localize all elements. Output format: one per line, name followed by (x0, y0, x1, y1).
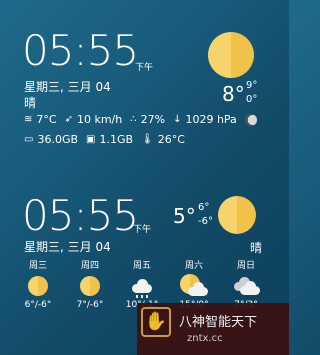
partly-cloudy-icon (186, 281, 210, 297)
memory-item: ▣ 1.1GB (86, 133, 133, 146)
clock-time[interactable]: 05:55 (22, 30, 139, 72)
pressure-item: ↓ 1029 hPa (173, 113, 237, 126)
memory-value: 1.1GB (99, 133, 134, 146)
condition-label: 晴 (24, 96, 37, 110)
condition-label: 晴 (250, 241, 263, 255)
watermark: ✋ 八神智能天下 zntx.cc (137, 303, 289, 355)
storage-value: 36.0GB (37, 133, 79, 146)
moon-phase-icon (244, 113, 257, 126)
clock-time[interactable]: 05:55 (22, 195, 139, 237)
date-label[interactable]: 星期三, 三月 04 (24, 238, 111, 255)
clock-ampm: 下午 (133, 225, 152, 235)
humidity-value: 27% (140, 113, 166, 126)
temp-range: 9° 0° (246, 79, 257, 107)
sun-icon[interactable] (218, 196, 256, 234)
forecast-day-name: 周五 (132, 261, 151, 271)
storage-icon: ▭ (24, 134, 34, 145)
wind-value: 10 km/h (76, 113, 123, 126)
battery-temp-value: 26°C (157, 133, 185, 146)
pressure-down-icon: ↓ (173, 114, 182, 125)
pressure-value: 1029 hPa (185, 113, 237, 126)
forecast-day-name: 周六 (184, 261, 203, 271)
current-temp: 8° (222, 82, 245, 106)
forecast-range: 7°/-6° (76, 300, 104, 310)
feels-temp-value: 7°C (36, 113, 57, 126)
weather-clock-widget-1[interactable]: 05:55 下午 星期三, 三月 04 晴 8° 9° 0° ≋ 7°C ➶ 1… (0, 0, 289, 170)
system-stats-row: ▭ 36.0GB ▣ 1.1GB 🌡 26°C (24, 133, 193, 146)
temp-low: 0° (246, 94, 258, 105)
current-temp: 5° (173, 204, 196, 228)
sun-icon (80, 276, 100, 296)
cloud-icon (238, 280, 262, 296)
humidity-icon: ∴ (130, 114, 137, 125)
humidity-item: ∴ 27% (130, 113, 165, 126)
forecast-range: 6°/-6° (24, 300, 52, 310)
date-label[interactable]: 星期三, 三月 04 (24, 78, 111, 95)
brand-logo-icon: ✋ (141, 307, 171, 337)
sun-icon[interactable] (208, 32, 254, 78)
temp-high: 6° (198, 202, 210, 213)
forecast-day-name: 周三 (28, 261, 47, 271)
watermark-url: zntx.cc (187, 333, 223, 344)
rain-cloud-icon (130, 278, 154, 298)
clock-ampm: 下午 (135, 63, 154, 73)
forecast-day-name: 周四 (80, 261, 99, 271)
wind-direction-icon: ➶ (64, 114, 73, 125)
weather-details-row: ≋ 7°C ➶ 10 km/h ∴ 27% ↓ 1029 hPa (24, 113, 257, 126)
forecast-day: 周三 6°/-6° (12, 258, 64, 310)
feels-temp-item: ≋ 7°C (24, 113, 57, 126)
temp-high: 9° (246, 80, 258, 91)
wind-item: ➶ 10 km/h (65, 113, 123, 126)
storage-item: ▭ 36.0GB (24, 133, 78, 146)
temp-range: 6° -6° (198, 201, 213, 229)
temp-low: -6° (198, 216, 213, 227)
thermometer-icon: 🌡 (141, 134, 154, 145)
battery-temp-item: 🌡 26°C (141, 133, 185, 146)
watermark-brand: 八神智能天下 (179, 315, 258, 330)
forecast-day-name: 周日 (236, 261, 255, 271)
haze-icon: ≋ (24, 114, 33, 125)
sun-icon (28, 276, 48, 296)
memory-chip-icon: ▣ (86, 134, 96, 145)
forecast-day: 周四 7°/-6° (64, 258, 116, 310)
